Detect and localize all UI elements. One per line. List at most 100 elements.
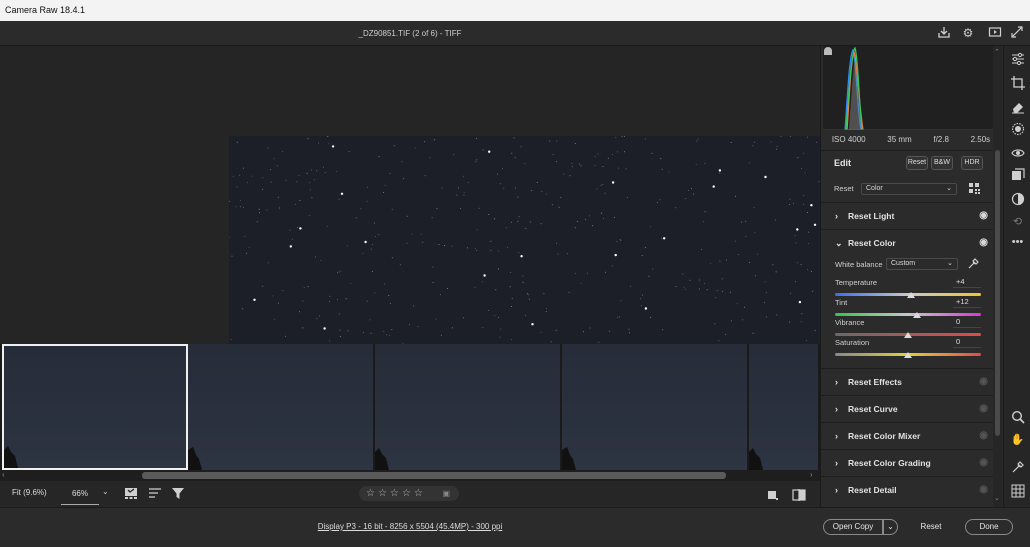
open-options-chevron-icon[interactable]: ⌄ [883,519,898,535]
edit-sliders-icon[interactable] [1009,52,1026,69]
profile-label: Reset [834,184,854,193]
file-title: _DZ90851.TIF (2 of 6) - TIFF [358,29,462,38]
section-light[interactable]: › Reset Light ◉ [821,202,994,228]
slider-value-field[interactable]: +12 [953,297,981,308]
section-color-grading-label: Reset Color Grading [848,458,931,468]
eye-icon[interactable]: ◉ [979,203,988,229]
sort-icon[interactable] [148,487,162,502]
hdr-button[interactable]: HDR [961,156,983,170]
edit-title: Edit [834,158,851,168]
reset-edit-button[interactable]: Reset [906,156,928,170]
done-button[interactable]: Done [965,519,1013,535]
white-balance-label: White balance [835,260,883,269]
section-detail[interactable]: › Reset Detail ◉ [821,476,994,502]
eye-icon[interactable]: ◉ [979,369,988,395]
profile-select[interactable]: Color ⌄ [861,183,957,195]
settings-gear-icon[interactable]: ⚙ [960,25,976,41]
section-curve-label: Reset Curve [848,404,898,414]
eraser-icon[interactable] [1009,100,1026,117]
chevron-down-icon: ⌄ [947,260,953,267]
app-title: Camera Raw 18.4.1 [5,5,86,15]
workflow-options-link[interactable]: Display P3 - 16 bit - 8256 x 5504 (45.4M… [0,522,820,531]
slider-value-field[interactable]: +4 [953,277,981,288]
slideshow-icon[interactable] [987,25,1003,41]
crop-icon[interactable] [1009,76,1026,93]
snapshot-icon[interactable] [1009,192,1026,209]
slider-value-field[interactable]: 0 [953,337,981,348]
presets-icon[interactable] [1009,168,1026,185]
section-effects[interactable]: › Reset Effects ◉ [821,368,994,394]
image-canvas[interactable] [0,46,820,345]
slider-label: Saturation [835,338,870,347]
trash-icon[interactable]: ▣ [442,486,453,501]
profile-value: Color [866,185,883,192]
filmstrip-thumbnail[interactable] [375,344,562,470]
color-sampler-icon[interactable] [1009,460,1026,477]
iso-value: ISO 4000 [831,134,866,144]
window-titlebar: Camera Raw 18.4.1 [0,0,1030,21]
histogram [823,46,1001,131]
scroll-left-icon[interactable]: ‹ [2,470,5,479]
slider-handle[interactable] [912,312,921,318]
eye-icon[interactable]: ◉ [979,423,988,449]
filmstrip-thumbnail[interactable] [188,344,375,470]
hand-icon[interactable]: ✋ [1009,432,1026,449]
zoom-icon[interactable] [1009,410,1026,427]
slider-label: Tint [835,298,848,307]
slider-handle[interactable] [906,292,915,298]
chevron-down-icon[interactable]: ⌄ [102,487,109,496]
filmstrip-thumbnail[interactable] [2,344,188,470]
star-rating[interactable]: ☆☆☆☆☆ ▣ [359,486,459,501]
scroll-up-icon[interactable]: ⌃ [994,48,1000,56]
save-icon[interactable] [936,25,952,41]
reset-button[interactable]: Reset [912,522,950,531]
section-detail-label: Reset Detail [848,485,897,495]
scroll-right-icon[interactable]: › [810,470,813,479]
panel-scrollbar[interactable]: ⌃ ⌄ [993,46,1002,507]
filmstrip-scrollbar[interactable]: ‹ › [0,470,820,481]
section-color-mixer[interactable]: › Reset Color Mixer ◉ [821,422,994,448]
scrollbar-thumb[interactable] [142,472,726,479]
section-curve[interactable]: › Reset Curve ◉ [821,395,994,421]
slider-value-field[interactable]: 0 [953,317,981,328]
bw-button[interactable]: B&W [931,156,953,170]
open-copy-button[interactable]: Open Copy [823,519,883,535]
profile-browser-icon[interactable] [969,183,980,196]
slider-handle[interactable] [904,352,912,358]
slider-track[interactable] [835,313,981,316]
masking-icon[interactable] [1009,122,1026,139]
bottom-toolbar: Fit (9.6%) 66% ⌄ ☆☆☆☆☆ ▣ [0,481,820,507]
before-after-icon[interactable] [792,488,806,504]
section-color-label: Reset Color [848,238,896,248]
preview-image [228,135,820,345]
more-options-icon[interactable]: ••• [1009,234,1026,251]
chevron-right-icon: › [835,211,838,221]
scroll-down-icon[interactable]: ⌄ [994,494,1000,502]
rating-stars[interactable]: ☆☆☆☆☆ [366,488,426,499]
eye-icon[interactable]: ◉ [979,396,988,422]
filter-icon[interactable] [171,487,185,502]
sync-icon[interactable]: ⟲ [1009,214,1026,231]
eye-icon[interactable]: ◉ [979,230,988,256]
scrollbar-thumb[interactable] [995,150,1000,436]
eyedropper-icon[interactable] [967,258,979,272]
tool-strip: ⟲ ••• ✋ [1003,46,1030,507]
zoom-level-field[interactable]: 66% [61,484,99,505]
chevron-right-icon: › [835,458,838,468]
white-balance-select[interactable]: Custom ⌄ [886,258,958,270]
section-color[interactable]: ⌄ Reset Color ◉ [821,229,994,255]
filmstrip-view-icon[interactable] [124,487,138,502]
eye-icon[interactable]: ◉ [979,477,988,503]
fullscreen-icon[interactable] [1009,25,1025,41]
eye-icon[interactable]: ◉ [979,450,988,476]
filmstrip-thumbnail[interactable] [562,344,749,470]
view-single-icon[interactable] [767,489,779,503]
grid-overlay-icon[interactable] [1009,484,1026,501]
red-eye-icon[interactable] [1009,146,1026,163]
section-color-grading[interactable]: › Reset Color Grading ◉ [821,449,994,475]
fit-zoom-button[interactable]: Fit (9.6%) [12,488,47,497]
slider-label: Temperature [835,278,878,287]
slider-handle[interactable] [904,332,912,338]
shadow-clipping-icon[interactable] [824,47,832,55]
filmstrip-thumbnail[interactable] [749,344,820,470]
